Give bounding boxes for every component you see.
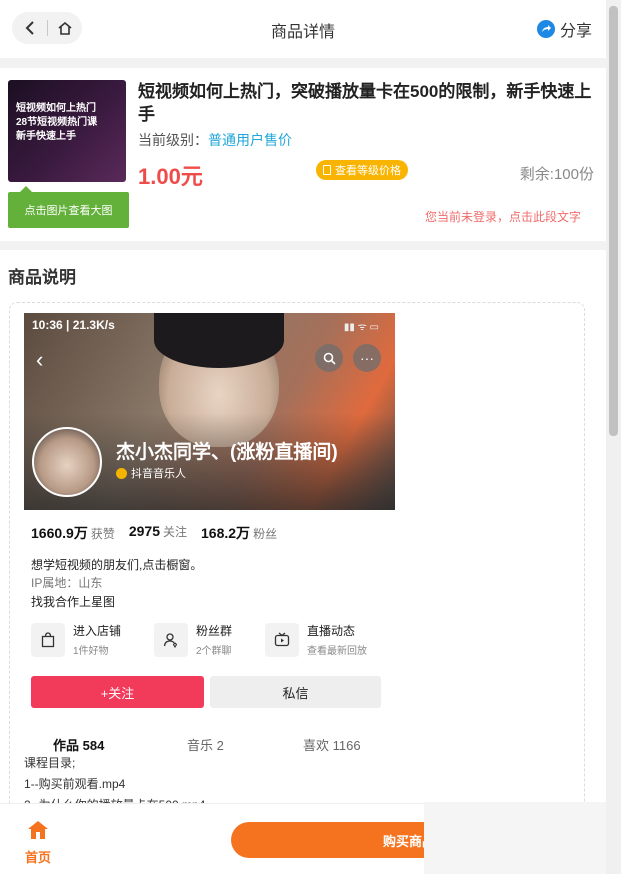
product-thumbnail[interactable]: 短视频如何上热门 28节短视频热门课 新手快速上手 <box>8 80 126 182</box>
verified-badge: 抖音音乐人 <box>116 465 186 481</box>
action-fan-group: 粉丝群 2个群聊 <box>154 622 232 657</box>
follow-button-image: +关注 <box>31 676 204 708</box>
stat-following: 2975 关注 <box>128 523 188 539</box>
ip-location: IP属地：山东 <box>31 576 103 590</box>
action-live: 直播动态 查看最新回放 <box>265 622 367 657</box>
chevron-left-icon: ‹ <box>36 347 44 372</box>
shopping-bag-icon <box>31 622 65 657</box>
scrollbar-thumb[interactable] <box>609 6 618 436</box>
product-card: 短视频如何上热门 28节短视频热门课 新手快速上手 点击图片查看大图 短视频如何… <box>0 68 606 241</box>
tab-works: 作品 584 <box>53 738 105 753</box>
header-bar: 商品详情 分享 <box>0 0 606 58</box>
status-bar-time: 10:36 | 21.3K/s <box>32 318 115 332</box>
bio-line: 找我合作上星图 <box>31 595 116 609</box>
more-icon: ··· <box>353 344 381 372</box>
action-shop: 进入店铺 1件好物 <box>31 622 121 657</box>
thumbnail-text-line: 28节短视频热门课 <box>16 117 98 128</box>
stat-likes: 1660.9万 获赞 <box>31 525 115 541</box>
bio-line: 想学短视频的朋友们,点击橱窗。 <box>31 558 203 572</box>
fan-group-icon <box>154 622 188 657</box>
level-price-label: 查看等级价格 <box>335 165 401 177</box>
action-subtitle: 1件好物 <box>73 646 109 657</box>
level-label: 当前级别： <box>138 132 208 148</box>
current-level: 当前级别：普通用户售价 <box>138 130 292 150</box>
avatar <box>32 427 102 497</box>
message-button-image: 私信 <box>210 676 381 708</box>
page-title: 商品详情 <box>270 24 335 41</box>
profile-banner: 10:36 | 21.3K/s ▮▮ ᯤ ▭ ‹ ··· 杰小杰同学、(涨粉直播… <box>24 313 395 510</box>
view-large-image-button[interactable]: 点击图片查看大图 <box>8 186 129 228</box>
share-icon <box>536 20 555 38</box>
overlay-panel <box>424 802 621 874</box>
banner-photo-hair <box>154 313 284 368</box>
level-value-link[interactable]: 普通用户售价 <box>208 132 292 148</box>
profile-stats: 1660.9万 获赞 2975 关注 168.2万 粉丝 <box>31 523 291 543</box>
search-icon <box>315 344 343 372</box>
tv-icon <box>265 622 299 657</box>
action-title: 进入店铺 <box>73 624 122 638</box>
status-bar-icons: ▮▮ ᯤ ▭ <box>343 322 379 333</box>
scrollbar[interactable] <box>606 0 621 874</box>
course-directory-title: 课程目录; <box>24 756 76 770</box>
course-item: 1--购买前观看.mp4 <box>24 777 126 791</box>
product-price: 1.00元 <box>138 164 203 189</box>
profile-screenshot-image: 10:36 | 21.3K/s ▮▮ ᯤ ▭ ‹ ··· 杰小杰同学、(涨粉直播… <box>24 313 395 813</box>
badge-label: 抖音音乐人 <box>131 468 186 480</box>
tab-music: 音乐 2 <box>187 738 224 753</box>
thumbnail-text-line: 新手快速上手 <box>16 131 76 142</box>
action-title: 直播动态 <box>307 624 356 638</box>
section-title: 商品说明 <box>8 268 76 287</box>
thumbnail-text-line: 短视频如何上热门 <box>16 103 96 114</box>
bottom-action-bar: 首页 购买商品 <box>0 802 621 874</box>
stat-followers: 168.2万 粉丝 <box>201 525 278 541</box>
verified-icon <box>116 467 127 479</box>
profile-username: 杰小杰同学、(涨粉直播间) <box>116 442 338 463</box>
share-label: 分享 <box>559 23 592 40</box>
home-icon <box>28 821 48 839</box>
login-notice-link[interactable]: 您当前未登录，点击此段文字 <box>425 208 594 225</box>
share-button[interactable]: 分享 <box>536 17 592 41</box>
stock-remaining: 剩余:100份 <box>519 166 594 183</box>
home-tab[interactable]: 首页 <box>20 820 56 866</box>
product-title: 短视频如何上热门，突破播放量卡在500的限制，新手快速上手 <box>138 82 592 124</box>
action-subtitle: 查看最新回放 <box>307 646 367 657</box>
action-title: 粉丝群 <box>196 624 233 638</box>
phone-icon <box>323 165 331 175</box>
tab-likes: 喜欢 1166 <box>303 738 361 753</box>
action-subtitle: 2个群聊 <box>196 646 232 657</box>
level-price-button[interactable]: 查看等级价格 <box>316 160 408 180</box>
home-tab-label: 首页 <box>24 850 51 865</box>
